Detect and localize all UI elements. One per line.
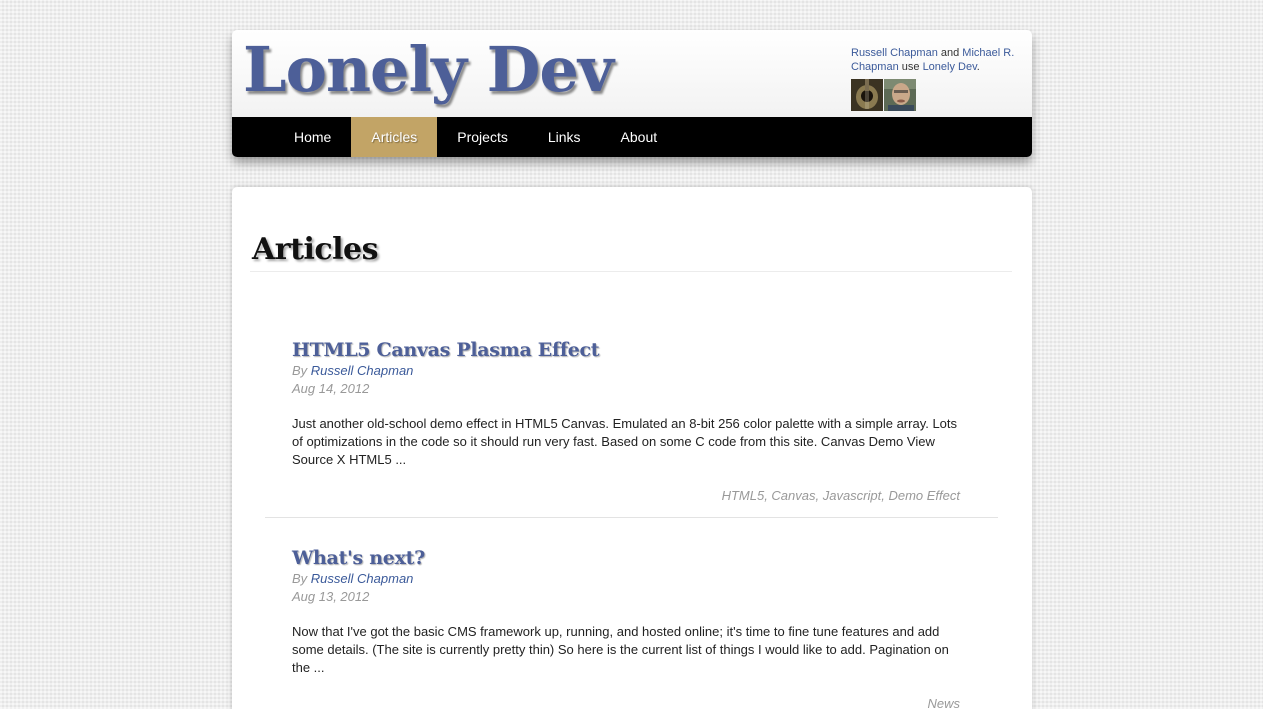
article-byline: By Russell Chapman (292, 570, 962, 588)
content-panel: Articles HTML5 Canvas Plasma Effect By R… (232, 187, 1032, 709)
article-item: What's next? By Russell Chapman Aug 13, … (292, 546, 962, 709)
site-header: Lonely Dev Russell Chapman and Michael R… (232, 30, 1032, 157)
article-tags[interactable]: News (292, 695, 960, 709)
article-author-link[interactable]: Russell Chapman (311, 363, 414, 378)
avatar-russell[interactable] (851, 79, 883, 111)
article-tags[interactable]: HTML5, Canvas, Javascript, Demo Effect (292, 487, 960, 505)
article-excerpt: Just another old-school demo effect in H… (292, 416, 958, 467)
page-title: Articles (252, 232, 378, 267)
article-title[interactable]: HTML5 Canvas Plasma Effect (292, 338, 962, 362)
main-nav: Home Articles Projects Links About (232, 117, 1032, 157)
article-divider (265, 517, 998, 518)
article-author-link[interactable]: Russell Chapman (311, 571, 414, 586)
article-byline: By Russell Chapman (292, 362, 962, 380)
author-link-russell[interactable]: Russell Chapman (851, 47, 938, 59)
site-title[interactable]: Lonely Dev (243, 32, 614, 108)
avatar-michael[interactable] (884, 79, 916, 111)
authors-credit: Russell Chapman and Michael R. Chapman u… (851, 46, 1021, 74)
nav-item-links[interactable]: Links (528, 117, 601, 157)
authors-and-text: and (937, 47, 963, 59)
nav-item-home[interactable]: Home (274, 117, 351, 157)
site-link[interactable]: Lonely Dev (923, 61, 977, 73)
article-date: Aug 14, 2012 (292, 381, 370, 396)
article-date: Aug 13, 2012 (292, 589, 370, 604)
authors-use-text: use (898, 61, 923, 73)
article-excerpt: Now that I've got the basic CMS framewor… (292, 624, 949, 675)
nav-item-projects[interactable]: Projects (437, 117, 528, 157)
heading-divider (250, 271, 1012, 272)
byline-prefix: By (292, 571, 311, 586)
authors-period: . (976, 61, 980, 73)
nav-item-articles[interactable]: Articles (351, 117, 438, 157)
nav-item-about[interactable]: About (601, 117, 678, 157)
author-avatars (851, 79, 916, 111)
article-item: HTML5 Canvas Plasma Effect By Russell Ch… (292, 338, 962, 505)
byline-prefix: By (292, 363, 311, 378)
article-title[interactable]: What's next? (292, 546, 962, 570)
